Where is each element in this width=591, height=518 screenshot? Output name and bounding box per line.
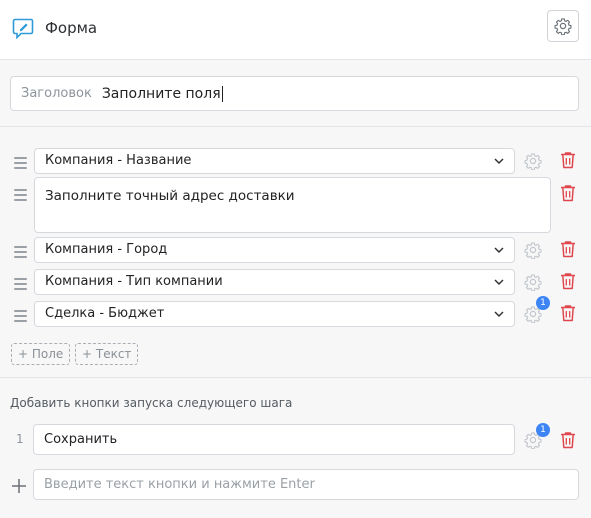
add-text-button[interactable]: + Текст — [75, 343, 139, 365]
form-title-value: Заполните поля — [101, 85, 221, 102]
field-row: Компания - Город — [0, 237, 591, 263]
add-field-button[interactable]: + Поле — [11, 343, 71, 365]
field-row: Компания - Тип компании — [0, 269, 591, 295]
chevron-down-icon — [494, 158, 504, 165]
field-select-value: Сделка - Бюджет — [45, 306, 165, 321]
field-select-value: Компания - Город — [45, 242, 168, 257]
field-select[interactable]: Сделка - Бюджет — [34, 301, 515, 327]
settings-button[interactable] — [547, 10, 579, 42]
chat-edit-icon — [12, 18, 34, 39]
text-caret — [221, 85, 223, 102]
header: Форма — [0, 0, 591, 60]
buttons-section-caption: Добавить кнопки запуска следующего шага — [10, 396, 293, 410]
trash-icon[interactable] — [560, 272, 576, 290]
field-select[interactable]: Компания - Город — [34, 237, 515, 263]
trash-icon[interactable] — [560, 431, 576, 449]
new-button-input[interactable] — [33, 469, 579, 500]
trash-icon[interactable] — [560, 184, 576, 202]
drag-handle-icon[interactable] — [14, 278, 27, 293]
field-select[interactable]: Компания - Тип компании — [34, 269, 515, 295]
form-title-section: Заголовок Заполните поля — [0, 61, 591, 127]
gear-icon[interactable] — [524, 152, 542, 170]
field-text-block[interactable]: Заполните точный адрес доставки — [34, 177, 551, 233]
drag-handle-icon[interactable] — [14, 246, 27, 261]
field-select-value: Компания - Название — [45, 153, 192, 168]
button-number: 1 — [16, 432, 24, 446]
chevron-down-icon — [494, 247, 504, 254]
form-title-field[interactable]: Заголовок Заполните поля — [10, 76, 579, 111]
field-row: Сделка - Бюджет 1 — [0, 296, 591, 327]
drag-handle-icon[interactable] — [14, 189, 27, 204]
buttons-section: Добавить кнопки запуска следующего шага … — [0, 379, 591, 518]
chevron-down-icon — [494, 311, 504, 318]
plus-icon[interactable] — [11, 478, 27, 494]
field-row: Заполните точный адрес доставки — [0, 177, 591, 233]
page-title: Форма — [45, 19, 98, 37]
trash-icon[interactable] — [560, 151, 576, 169]
drag-handle-icon[interactable] — [14, 310, 27, 325]
gear-icon — [554, 18, 572, 35]
trash-icon[interactable] — [560, 304, 576, 322]
drag-handle-icon[interactable] — [14, 157, 27, 172]
chevron-down-icon — [494, 279, 504, 286]
trash-icon[interactable] — [560, 240, 576, 258]
settings-count-badge: 1 — [536, 423, 550, 437]
form-title-label: Заголовок — [21, 86, 92, 101]
fields-section: Компания - Название Заполните точный адр… — [0, 128, 591, 378]
gear-icon[interactable] — [524, 241, 542, 259]
field-select[interactable]: Компания - Название — [34, 148, 515, 174]
settings-count-badge: 1 — [536, 296, 550, 310]
field-select-value: Компания - Тип компании — [45, 274, 223, 289]
gear-icon[interactable] — [524, 273, 542, 291]
field-row: Компания - Название — [0, 148, 591, 174]
button-label-field[interactable]: Сохранить — [33, 424, 515, 455]
